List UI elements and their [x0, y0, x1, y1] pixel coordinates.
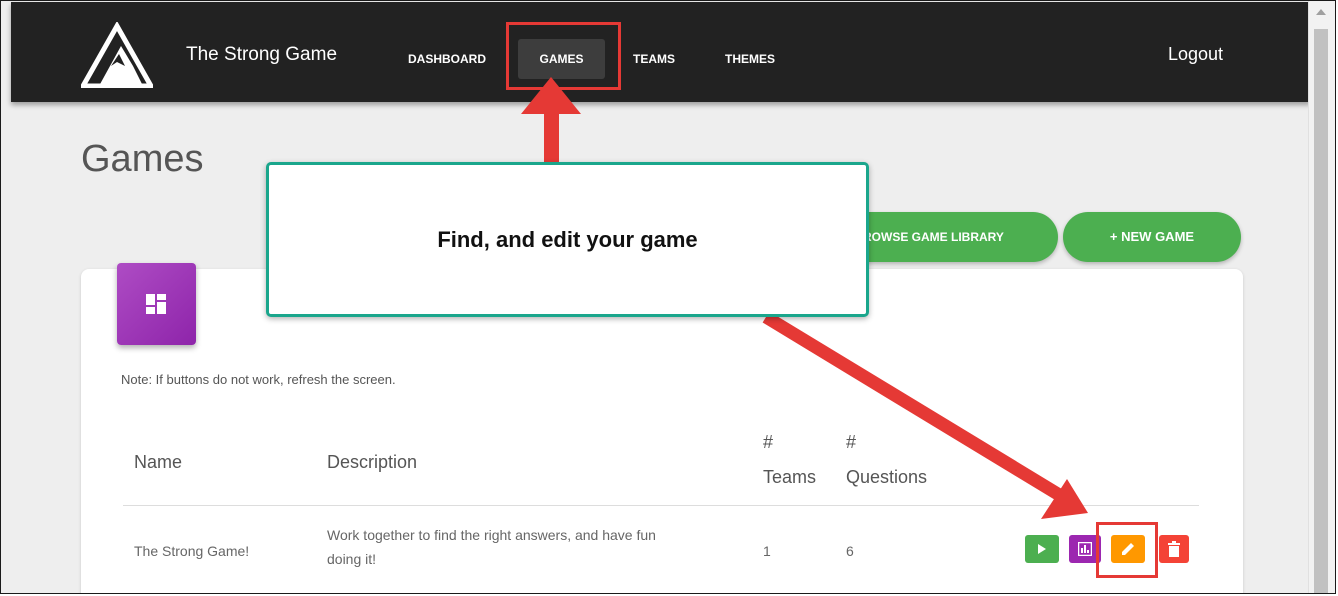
browser-viewport: The Strong Game DASHBOARD GAMES TEAMS TH…	[0, 0, 1336, 594]
arrow-down-to-edit	[762, 311, 1088, 519]
arrow-up-to-games	[521, 77, 581, 166]
callout-text: Find, and edit your game	[437, 227, 698, 252]
instruction-callout: Find, and edit your game	[266, 162, 869, 317]
